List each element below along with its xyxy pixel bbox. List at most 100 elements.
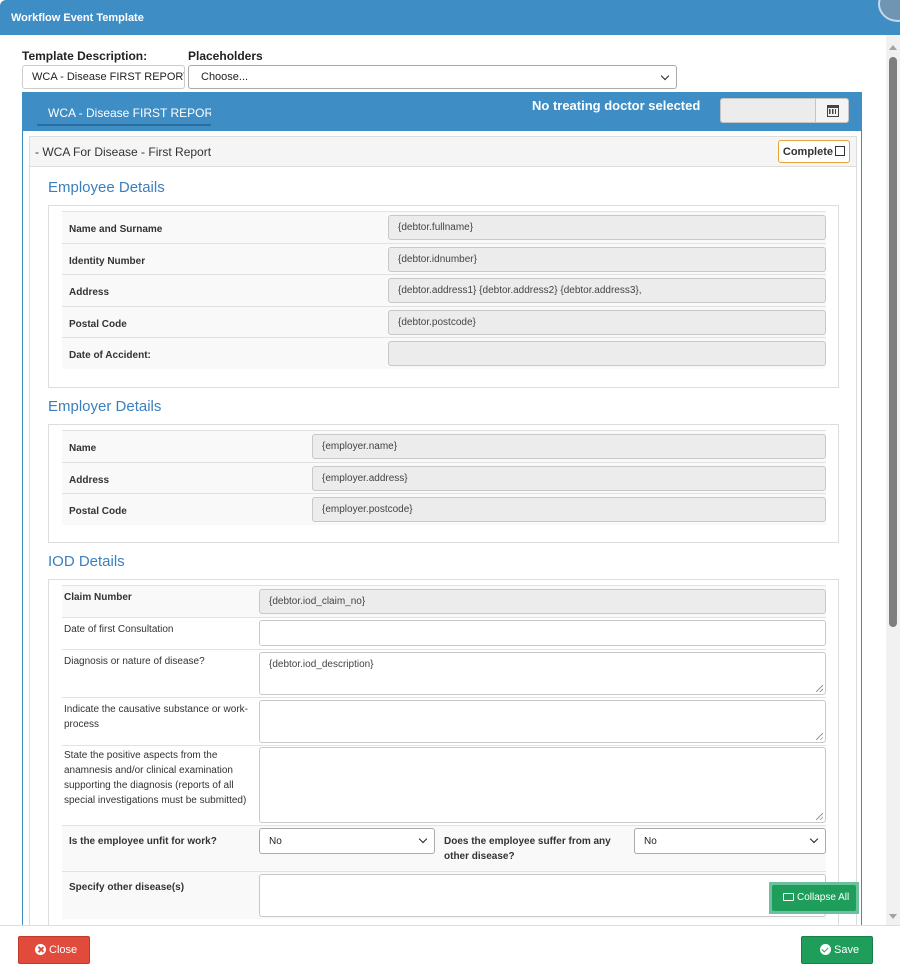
placeholders-select[interactable]: Choose... — [188, 65, 677, 89]
row-label: Date of first Consultation — [64, 624, 174, 635]
collapse-marker: - — [35, 145, 39, 159]
date-of-accident-field[interactable] — [388, 341, 826, 366]
chevron-down-icon — [809, 834, 819, 844]
row-label: State the positive aspects from the anam… — [64, 750, 247, 806]
save-button[interactable]: Save — [801, 936, 873, 964]
employer-address-field[interactable]: {employer.address} — [312, 466, 826, 491]
placeholders-selected-value: Choose... — [201, 71, 249, 83]
vertical-scrollbar[interactable] — [886, 35, 900, 925]
unfit-selected-value: No — [269, 836, 282, 847]
collapse-all-button[interactable]: Collapse All — [769, 882, 859, 914]
row-label: Postal Code — [69, 319, 127, 330]
resize-handle-icon[interactable] — [816, 813, 823, 820]
modal-titlebar: Workflow Event Template — [0, 0, 900, 35]
checkbox-icon — [835, 146, 845, 156]
resize-handle-icon[interactable] — [816, 733, 823, 740]
table-row: Name {employer.name} — [62, 430, 826, 462]
panel-header: WCA - Disease FIRST REPORT No treating d… — [23, 93, 861, 131]
table-row: Name and Surname {debtor.fullname} — [62, 211, 826, 243]
save-label: Save — [834, 944, 860, 956]
employee-id-field[interactable]: {debtor.idnumber} — [388, 247, 826, 272]
employee-details-title: Employee Details — [48, 179, 165, 196]
template-panel: WCA - Disease FIRST REPORT No treating d… — [22, 92, 862, 925]
close-label: Close — [49, 944, 78, 956]
chevron-down-icon — [418, 834, 428, 844]
calendar-icon — [827, 105, 839, 117]
row-label: Name — [69, 443, 97, 454]
template-description-label: Template Description: — [22, 49, 148, 63]
row-label: Specify other disease(s) — [69, 882, 185, 893]
row-label: Identity Number — [69, 256, 146, 267]
employer-details-section: Name {employer.name} Address {employer.a… — [48, 424, 839, 543]
diagnosis-value: {debtor.iod_description} — [269, 659, 374, 670]
row-label: Address — [69, 475, 110, 486]
row-label: Date of Accident: — [69, 350, 151, 361]
form-title: WCA For Disease - First Report — [42, 145, 212, 159]
modal-footer: Close Save — [0, 925, 900, 972]
complete-checkbox-button[interactable]: Complete — [777, 140, 850, 163]
folder-open-icon — [783, 893, 794, 901]
table-row: Specify other disease(s) — [62, 871, 826, 919]
employer-details-title: Employer Details — [48, 398, 162, 415]
diagnosis-textarea[interactable]: {debtor.iod_description} — [259, 652, 826, 695]
first-consultation-input[interactable] — [259, 620, 826, 646]
table-row: Is the employee unfit for work? No Does … — [62, 825, 826, 871]
form-container: - WCA For Disease - First Report Complet… — [29, 136, 857, 925]
workflow-event-modal: Workflow Event Template Template Descrip… — [0, 0, 900, 972]
corner-avatar[interactable] — [878, 0, 900, 22]
modal-content: Template Description: Placeholders WCA -… — [0, 35, 886, 925]
collapse-all-button-face: Collapse All — [772, 885, 856, 911]
tab-wca-disease-first-report[interactable]: WCA - Disease FIRST REPORT — [37, 98, 211, 126]
table-row: Diagnosis or nature of disease? {debtor.… — [62, 649, 826, 697]
employer-postcode-field[interactable]: {employer.postcode} — [312, 497, 826, 522]
row-label: Name and Surname — [69, 224, 163, 235]
employee-details-section: Name and Surname {debtor.fullname} Ident… — [48, 205, 839, 388]
causative-substance-textarea[interactable] — [259, 700, 826, 743]
row-label: Indicate the causative substance or work… — [64, 704, 248, 730]
collapse-all-label: Collapse All — [797, 892, 850, 903]
table-row: Indicate the causative substance or work… — [62, 697, 826, 745]
table-row: Postal Code {employer.postcode} — [62, 493, 826, 525]
other-disease-selected-value: No — [644, 836, 657, 847]
table-row: Postal Code {debtor.postcode} — [62, 306, 826, 337]
employee-postcode-field[interactable]: {debtor.postcode} — [388, 310, 826, 335]
modal-title: Workflow Event Template — [11, 12, 144, 24]
table-row: Identity Number {debtor.idnumber} — [62, 243, 826, 274]
employee-name-field[interactable]: {debtor.fullname} — [388, 215, 826, 240]
close-button[interactable]: Close — [18, 936, 90, 964]
specify-other-disease-textarea[interactable] — [259, 874, 826, 917]
check-circle-icon — [820, 944, 831, 955]
scroll-down-icon[interactable] — [889, 914, 897, 919]
row-label: Postal Code — [69, 506, 127, 517]
table-row: Address {employer.address} — [62, 462, 826, 493]
other-disease-select[interactable]: No — [634, 828, 826, 854]
table-row: Date of first Consultation — [62, 617, 826, 649]
employee-address-field[interactable]: {debtor.address1} {debtor.address2} {deb… — [388, 278, 826, 303]
calendar-button[interactable] — [815, 98, 849, 123]
panel-date-input[interactable] — [720, 98, 815, 123]
iod-details-section: Claim Number {debtor.iod_claim_no} Date … — [48, 579, 839, 925]
complete-label: Complete — [782, 146, 833, 158]
template-description-input[interactable]: WCA - Disease FIRST REPORT — [22, 65, 185, 89]
form-header[interactable]: - WCA For Disease - First Report Complet… — [30, 137, 856, 167]
placeholders-label: Placeholders — [188, 49, 263, 63]
close-circle-icon — [35, 944, 46, 955]
row-label: Address — [69, 287, 110, 298]
scroll-up-icon[interactable] — [889, 45, 897, 50]
positive-aspects-textarea[interactable] — [259, 747, 826, 823]
doctor-status-text: No treating doctor selected — [532, 98, 701, 113]
iod-details-title: IOD Details — [48, 553, 125, 570]
table-row: Date of Accident: — [62, 337, 826, 369]
table-row: State the positive aspects from the anam… — [62, 745, 826, 825]
unfit-for-work-select[interactable]: No — [259, 828, 435, 854]
table-row: Address {debtor.address1} {debtor.addres… — [62, 274, 826, 306]
row-label: Diagnosis or nature of disease? — [64, 656, 205, 667]
chevron-down-icon — [660, 71, 670, 81]
employer-name-field[interactable]: {employer.name} — [312, 434, 826, 459]
row-label: Is the employee unfit for work? — [69, 836, 217, 847]
claim-number-field[interactable]: {debtor.iod_claim_no} — [259, 589, 826, 614]
row-label: Does the employee suffer from any other … — [444, 836, 611, 862]
table-row: Claim Number {debtor.iod_claim_no} — [62, 585, 826, 617]
resize-handle-icon[interactable] — [816, 685, 823, 692]
scrollbar-thumb[interactable] — [889, 57, 897, 627]
